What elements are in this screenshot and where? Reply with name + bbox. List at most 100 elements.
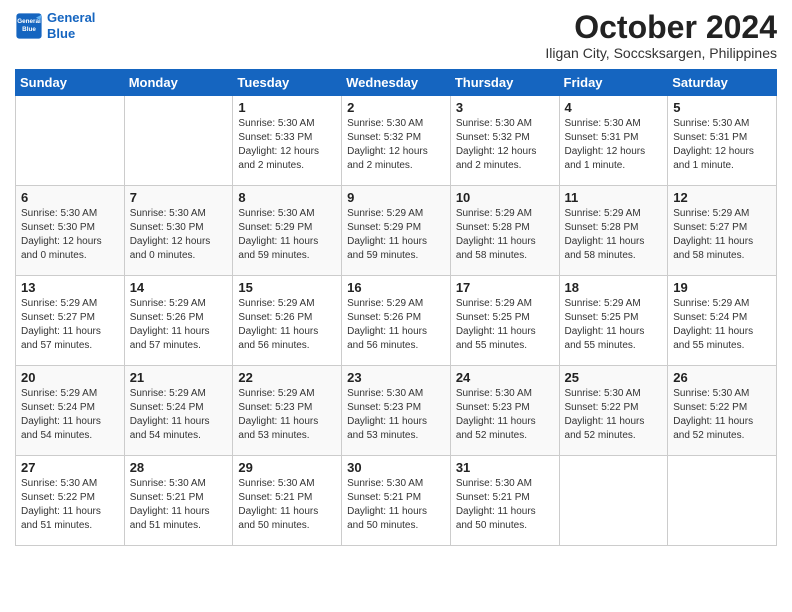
calendar-cell: 7 Sunrise: 5:30 AM Sunset: 5:30 PM Daylig… <box>124 186 233 276</box>
weekday-header: Thursday <box>450 70 559 96</box>
day-number: 24 <box>456 370 554 385</box>
day-detail: Sunrise: 5:30 AM Sunset: 5:30 PM Dayligh… <box>130 207 228 263</box>
calendar-cell: 29 Sunrise: 5:30 AM Sunset: 5:21 PM Dayli… <box>233 456 342 546</box>
day-detail: Sunrise: 5:29 AM Sunset: 5:25 PM Dayligh… <box>565 297 663 353</box>
day-detail: Sunrise: 5:30 AM Sunset: 5:21 PM Dayligh… <box>456 477 554 533</box>
day-detail: Sunrise: 5:30 AM Sunset: 5:22 PM Dayligh… <box>21 477 119 533</box>
day-detail: Sunrise: 5:29 AM Sunset: 5:27 PM Dayligh… <box>21 297 119 353</box>
calendar-cell: 5Sunrise: 5:30 AM Sunset: 5:31 PM Daylig… <box>668 96 777 186</box>
calendar-cell: 18 Sunrise: 5:29 AM Sunset: 5:25 PM Dayli… <box>559 276 668 366</box>
day-detail: Sunrise: 5:30 AM Sunset: 5:30 PM Dayligh… <box>21 207 119 263</box>
calendar-cell: 23Sunrise: 5:30 AM Sunset: 5:23 PM Dayli… <box>342 366 451 456</box>
calendar-cell: 1 Sunrise: 5:30 AM Sunset: 5:33 PM Daylig… <box>233 96 342 186</box>
day-detail: Sunrise: 5:30 AM Sunset: 5:22 PM Dayligh… <box>673 387 771 443</box>
calendar-cell: 8Sunrise: 5:30 AM Sunset: 5:29 PM Daylig… <box>233 186 342 276</box>
calendar-cell: 28 Sunrise: 5:30 AM Sunset: 5:21 PM Dayli… <box>124 456 233 546</box>
weekday-header: Saturday <box>668 70 777 96</box>
calendar-table: SundayMondayTuesdayWednesdayThursdayFrid… <box>15 69 777 546</box>
day-detail: Sunrise: 5:29 AM Sunset: 5:25 PM Dayligh… <box>456 297 554 353</box>
day-number: 12 <box>673 190 771 205</box>
weekday-header: Monday <box>124 70 233 96</box>
day-number: 7 <box>130 190 228 205</box>
day-number: 17 <box>456 280 554 295</box>
calendar-cell: 3 Sunrise: 5:30 AM Sunset: 5:32 PM Daylig… <box>450 96 559 186</box>
day-detail: Sunrise: 5:30 AM Sunset: 5:21 PM Dayligh… <box>238 477 336 533</box>
calendar-cell <box>16 96 125 186</box>
day-detail: Sunrise: 5:29 AM Sunset: 5:24 PM Dayligh… <box>130 387 228 443</box>
day-detail: Sunrise: 5:29 AM Sunset: 5:28 PM Dayligh… <box>456 207 554 263</box>
day-number: 19 <box>673 280 771 295</box>
calendar-cell: 10 Sunrise: 5:29 AM Sunset: 5:28 PM Dayli… <box>450 186 559 276</box>
day-detail: Sunrise: 5:29 AM Sunset: 5:26 PM Dayligh… <box>238 297 336 353</box>
calendar-cell: 4 Sunrise: 5:30 AM Sunset: 5:31 PM Daylig… <box>559 96 668 186</box>
location: Iligan City, Soccsksargen, Philippines <box>545 45 777 61</box>
day-number: 31 <box>456 460 554 475</box>
day-detail: Sunrise: 5:30 AM Sunset: 5:33 PM Dayligh… <box>238 117 336 173</box>
day-detail: Sunrise: 5:30 AM Sunset: 5:31 PM Dayligh… <box>673 117 771 173</box>
day-number: 3 <box>456 100 554 115</box>
day-number: 18 <box>565 280 663 295</box>
day-number: 29 <box>238 460 336 475</box>
day-detail: Sunrise: 5:29 AM Sunset: 5:23 PM Dayligh… <box>238 387 336 443</box>
day-detail: Sunrise: 5:29 AM Sunset: 5:28 PM Dayligh… <box>565 207 663 263</box>
svg-text:Blue: Blue <box>22 25 36 32</box>
logo: General Blue General Blue <box>15 10 95 41</box>
calendar-cell: 13Sunrise: 5:29 AM Sunset: 5:27 PM Dayli… <box>16 276 125 366</box>
day-detail: Sunrise: 5:29 AM Sunset: 5:29 PM Dayligh… <box>347 207 445 263</box>
calendar-cell: 31 Sunrise: 5:30 AM Sunset: 5:21 PM Dayli… <box>450 456 559 546</box>
calendar-cell: 26 Sunrise: 5:30 AM Sunset: 5:22 PM Dayli… <box>668 366 777 456</box>
day-number: 4 <box>565 100 663 115</box>
day-number: 10 <box>456 190 554 205</box>
calendar-cell: 2 Sunrise: 5:30 AM Sunset: 5:32 PM Daylig… <box>342 96 451 186</box>
weekday-header: Friday <box>559 70 668 96</box>
day-number: 22 <box>238 370 336 385</box>
weekday-header: Tuesday <box>233 70 342 96</box>
month-title: October 2024 <box>545 10 777 45</box>
day-detail: Sunrise: 5:29 AM Sunset: 5:24 PM Dayligh… <box>21 387 119 443</box>
calendar-cell: 11 Sunrise: 5:29 AM Sunset: 5:28 PM Dayli… <box>559 186 668 276</box>
day-number: 16 <box>347 280 445 295</box>
day-number: 15 <box>238 280 336 295</box>
day-number: 23 <box>347 370 445 385</box>
calendar-cell: 15 Sunrise: 5:29 AM Sunset: 5:26 PM Dayli… <box>233 276 342 366</box>
calendar-week-row: 27 Sunrise: 5:30 AM Sunset: 5:22 PM Dayli… <box>16 456 777 546</box>
day-number: 14 <box>130 280 228 295</box>
day-detail: Sunrise: 5:30 AM Sunset: 5:21 PM Dayligh… <box>130 477 228 533</box>
day-number: 26 <box>673 370 771 385</box>
day-detail: Sunrise: 5:29 AM Sunset: 5:27 PM Dayligh… <box>673 207 771 263</box>
weekday-header-row: SundayMondayTuesdayWednesdayThursdayFrid… <box>16 70 777 96</box>
day-number: 9 <box>347 190 445 205</box>
day-number: 20 <box>21 370 119 385</box>
day-number: 30 <box>347 460 445 475</box>
day-number: 2 <box>347 100 445 115</box>
day-number: 1 <box>238 100 336 115</box>
calendar-cell <box>668 456 777 546</box>
calendar-cell: 16 Sunrise: 5:29 AM Sunset: 5:26 PM Dayli… <box>342 276 451 366</box>
day-detail: Sunrise: 5:30 AM Sunset: 5:22 PM Dayligh… <box>565 387 663 443</box>
calendar-cell: 9 Sunrise: 5:29 AM Sunset: 5:29 PM Daylig… <box>342 186 451 276</box>
day-detail: Sunrise: 5:29 AM Sunset: 5:24 PM Dayligh… <box>673 297 771 353</box>
calendar-cell: 21Sunrise: 5:29 AM Sunset: 5:24 PM Dayli… <box>124 366 233 456</box>
calendar-week-row: 6 Sunrise: 5:30 AM Sunset: 5:30 PM Daylig… <box>16 186 777 276</box>
day-number: 28 <box>130 460 228 475</box>
calendar-cell <box>559 456 668 546</box>
day-number: 6 <box>21 190 119 205</box>
day-detail: Sunrise: 5:30 AM Sunset: 5:31 PM Dayligh… <box>565 117 663 173</box>
day-number: 11 <box>565 190 663 205</box>
calendar-cell: 19 Sunrise: 5:29 AM Sunset: 5:24 PM Dayli… <box>668 276 777 366</box>
calendar-cell: 22 Sunrise: 5:29 AM Sunset: 5:23 PM Dayli… <box>233 366 342 456</box>
day-number: 8 <box>238 190 336 205</box>
weekday-header: Sunday <box>16 70 125 96</box>
day-detail: Sunrise: 5:30 AM Sunset: 5:32 PM Dayligh… <box>456 117 554 173</box>
calendar-cell <box>124 96 233 186</box>
calendar-cell: 24 Sunrise: 5:30 AM Sunset: 5:23 PM Dayli… <box>450 366 559 456</box>
day-detail: Sunrise: 5:29 AM Sunset: 5:26 PM Dayligh… <box>347 297 445 353</box>
weekday-header: Wednesday <box>342 70 451 96</box>
calendar-cell: 14Sunrise: 5:29 AM Sunset: 5:26 PM Dayli… <box>124 276 233 366</box>
day-detail: Sunrise: 5:30 AM Sunset: 5:23 PM Dayligh… <box>456 387 554 443</box>
calendar-week-row: 1 Sunrise: 5:30 AM Sunset: 5:33 PM Daylig… <box>16 96 777 186</box>
day-detail: Sunrise: 5:30 AM Sunset: 5:32 PM Dayligh… <box>347 117 445 173</box>
day-detail: Sunrise: 5:30 AM Sunset: 5:21 PM Dayligh… <box>347 477 445 533</box>
calendar-week-row: 13Sunrise: 5:29 AM Sunset: 5:27 PM Dayli… <box>16 276 777 366</box>
day-number: 27 <box>21 460 119 475</box>
